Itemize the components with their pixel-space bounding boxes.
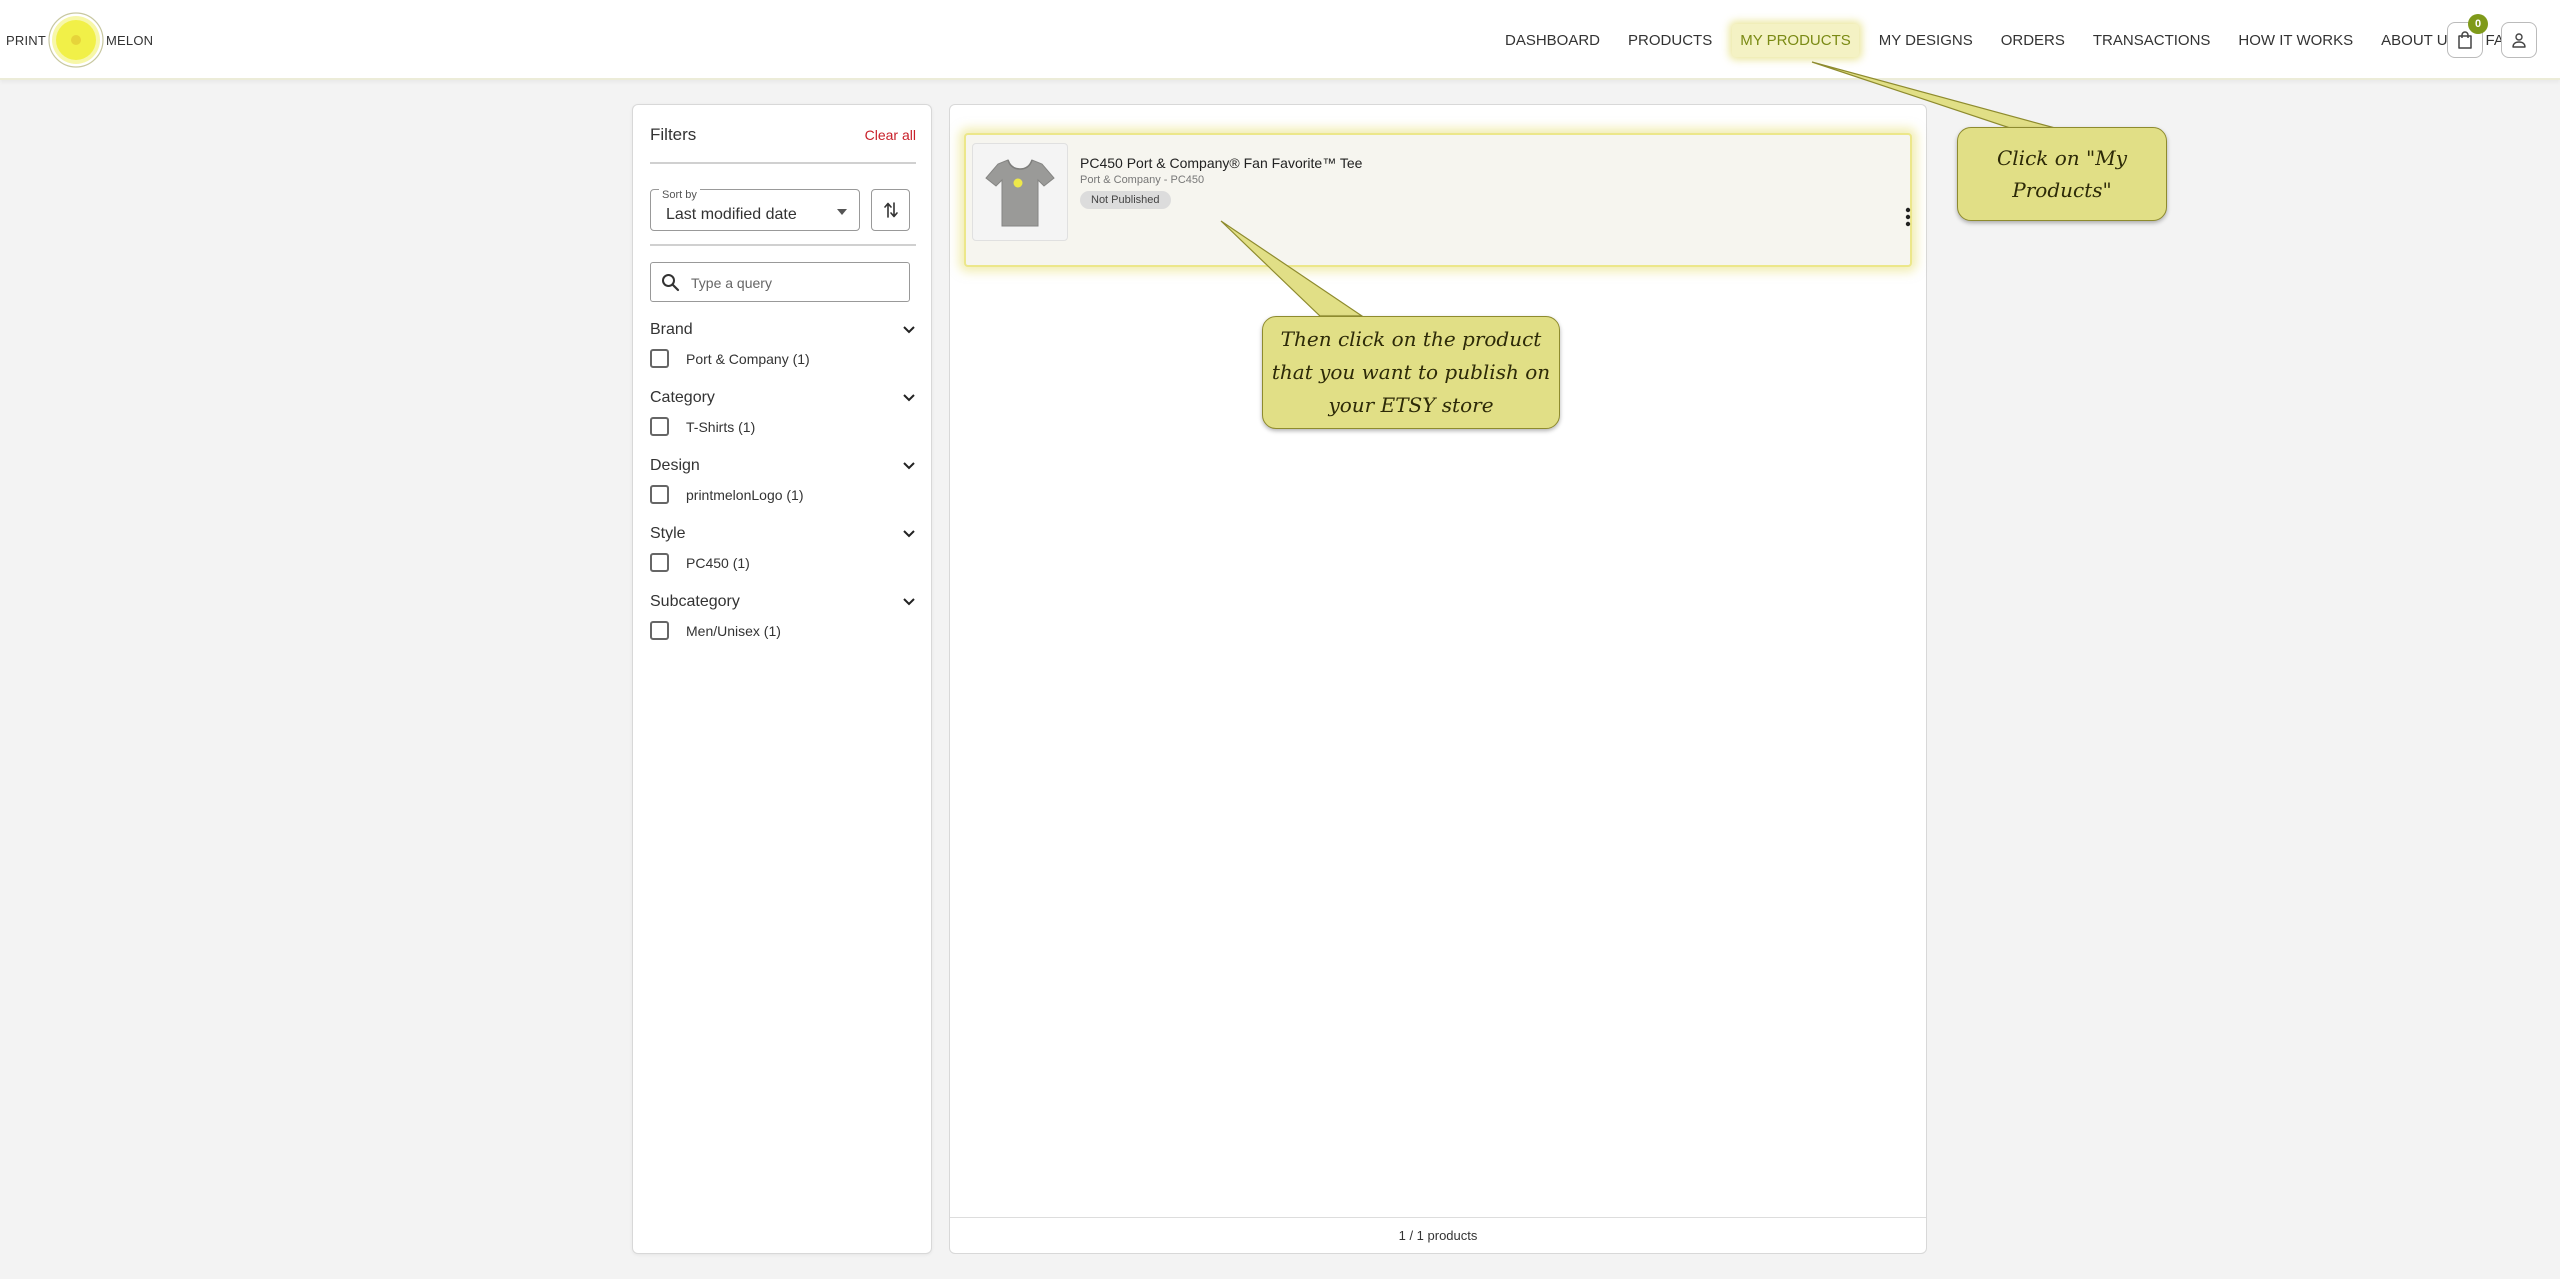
melon-logo-icon bbox=[48, 12, 104, 68]
filters-title: Filters bbox=[650, 125, 697, 144]
filter-option[interactable]: Men/Unisex (1) bbox=[650, 621, 916, 640]
products-count: 1 / 1 products bbox=[950, 1217, 1926, 1253]
filter-option-label: T-Shirts (1) bbox=[686, 418, 756, 435]
filter-checkbox[interactable] bbox=[650, 417, 669, 436]
sort-arrows-icon bbox=[883, 202, 898, 218]
product-thumbnail bbox=[972, 143, 1068, 241]
filter-group-title: Brand bbox=[650, 321, 693, 338]
user-account-button[interactable] bbox=[2501, 22, 2537, 58]
filter-option-label: Port & Company (1) bbox=[686, 350, 810, 367]
user-icon bbox=[2512, 33, 2526, 48]
filter-checkbox[interactable] bbox=[650, 485, 669, 504]
filter-group-style: Style PC450 (1) bbox=[650, 524, 916, 572]
printmelon-logo[interactable]: PRINT MELON bbox=[6, 10, 153, 70]
filter-group-title: Style bbox=[650, 525, 686, 542]
filters-header: Filters Clear all bbox=[650, 125, 916, 145]
filter-group-header[interactable]: Subcategory bbox=[650, 592, 916, 612]
filter-option[interactable]: Port & Company (1) bbox=[650, 349, 916, 368]
product-subtitle: Port & Company - PC450 bbox=[1080, 174, 1205, 186]
filter-option[interactable]: printmelonLogo (1) bbox=[650, 485, 916, 504]
filter-option-label: PC450 (1) bbox=[686, 554, 750, 571]
filter-group-design: Design printmelonLogo (1) bbox=[650, 456, 916, 504]
filter-checkbox[interactable] bbox=[650, 349, 669, 368]
chevron-down-icon bbox=[903, 394, 915, 402]
filter-group-brand: Brand Port & Company (1) bbox=[650, 320, 916, 368]
nav-orders[interactable]: ORDERS bbox=[1999, 24, 2067, 57]
more-options-icon[interactable] bbox=[1905, 207, 1911, 227]
filter-group-header[interactable]: Category bbox=[650, 388, 916, 408]
chevron-down-icon bbox=[837, 209, 847, 215]
chevron-down-icon bbox=[903, 530, 915, 538]
nav-my-products[interactable]: MY PRODUCTS bbox=[1732, 23, 1859, 57]
chevron-down-icon bbox=[903, 598, 915, 606]
filter-group-category: Category T-Shirts (1) bbox=[650, 388, 916, 436]
filters-panel: Filters Clear all Sort by Last modified … bbox=[632, 104, 932, 1254]
nav-my-designs[interactable]: MY DESIGNS bbox=[1877, 24, 1975, 57]
sort-direction-button[interactable] bbox=[871, 189, 910, 231]
shopping-bag-icon bbox=[2458, 31, 2472, 49]
main-nav: DASHBOARD PRODUCTS MY PRODUCTS MY DESIGN… bbox=[1503, 0, 2542, 80]
nav-dashboard[interactable]: DASHBOARD bbox=[1503, 24, 1602, 57]
chevron-down-icon bbox=[903, 326, 915, 334]
filter-group-header[interactable]: Design bbox=[650, 456, 916, 476]
search-icon bbox=[662, 274, 680, 292]
filter-option[interactable]: PC450 (1) bbox=[650, 553, 916, 572]
filter-search-box bbox=[650, 262, 910, 302]
filters-divider bbox=[650, 244, 916, 246]
filter-group-title: Design bbox=[650, 457, 700, 474]
product-card[interactable]: PC450 Port & Company® Fan Favorite™ Tee … bbox=[964, 133, 1912, 267]
tooltip-callout-my-products: Click on "My Products" bbox=[1957, 127, 2167, 221]
filter-group-title: Category bbox=[650, 389, 715, 406]
clear-all-link[interactable]: Clear all bbox=[865, 127, 916, 143]
filter-group-subcategory: Subcategory Men/Unisex (1) bbox=[650, 592, 916, 640]
filter-option-label: printmelonLogo (1) bbox=[686, 486, 804, 503]
nav-how-it-works[interactable]: HOW IT WORKS bbox=[2236, 24, 2355, 57]
search-input[interactable] bbox=[691, 271, 901, 295]
sort-by-select[interactable]: Sort by Last modified date bbox=[650, 188, 860, 231]
filters-divider bbox=[650, 162, 916, 164]
filter-option[interactable]: T-Shirts (1) bbox=[650, 417, 916, 436]
product-title: PC450 Port & Company® Fan Favorite™ Tee bbox=[1080, 155, 1363, 171]
nav-transactions[interactable]: TRANSACTIONS bbox=[2091, 24, 2213, 57]
logo-text-melon: MELON bbox=[106, 32, 154, 48]
logo-text-print: PRINT bbox=[6, 32, 46, 48]
filter-group-header[interactable]: Style bbox=[650, 524, 916, 544]
products-panel: PC450 Port & Company® Fan Favorite™ Tee … bbox=[949, 104, 1927, 1254]
sort-by-value: Last modified date bbox=[666, 206, 797, 223]
top-header: PRINT MELON DASHBOARD PRODUCTS MY PRODUC… bbox=[0, 0, 2560, 80]
nav-products[interactable]: PRODUCTS bbox=[1626, 24, 1714, 57]
sort-by-label: Sort by bbox=[659, 188, 700, 202]
tooltip-callout-click-product: Then click on the product that you want … bbox=[1262, 316, 1560, 429]
tshirt-icon bbox=[985, 159, 1055, 227]
filter-checkbox[interactable] bbox=[650, 553, 669, 572]
status-badge: Not Published bbox=[1080, 191, 1171, 209]
cart-button[interactable]: 0 bbox=[2447, 14, 2488, 58]
filter-option-label: Men/Unisex (1) bbox=[686, 622, 781, 639]
cart-count-badge: 0 bbox=[2468, 14, 2488, 34]
filter-checkbox[interactable] bbox=[650, 621, 669, 640]
filter-group-title: Subcategory bbox=[650, 593, 740, 610]
filter-group-header[interactable]: Brand bbox=[650, 320, 916, 340]
chevron-down-icon bbox=[903, 462, 915, 470]
